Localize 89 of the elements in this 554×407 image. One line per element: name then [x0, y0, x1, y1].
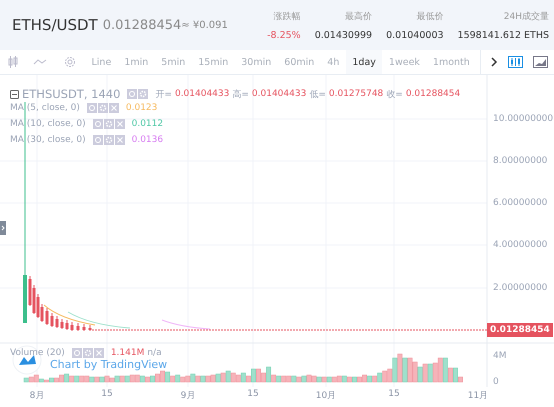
settings-icon[interactable]: [104, 135, 114, 145]
ohlc-label: 开=: [155, 88, 172, 100]
settings-icon[interactable]: [64, 56, 76, 68]
chevron-right-icon[interactable]: [491, 57, 498, 67]
price-axis-label: 6.00000000: [493, 198, 548, 208]
study-value: 0.0136: [132, 135, 164, 145]
settings-icon[interactable]: [98, 103, 108, 113]
settings-icon[interactable]: [82, 348, 93, 358]
price-axis-label: 8.00000000: [493, 156, 548, 166]
fiat-price: ≈ ¥0.091: [181, 20, 228, 30]
moving-average-line: [44, 304, 96, 326]
time-axis-label: 10月: [316, 390, 336, 402]
symbol-title: ETHSUSDT, 1440: [22, 87, 120, 101]
close-icon[interactable]: [114, 135, 125, 145]
study-name: Volume (20): [10, 348, 65, 358]
side-panel-handle[interactable]: [0, 221, 6, 235]
study-value: 0.0112: [132, 119, 164, 129]
interval-tab[interactable]: 4h: [320, 50, 346, 74]
moving-average-line: [68, 312, 130, 328]
ohlc-value: 0.01404433: [252, 89, 306, 99]
attribution-link[interactable]: Chart by TradingView: [50, 358, 168, 371]
candle: [50, 312, 54, 328]
study-value: 0.0123: [126, 103, 158, 113]
interval-tab[interactable]: 1min: [118, 50, 155, 74]
ohlc-value: 0.01288454: [406, 89, 460, 99]
stat-label: 涨跌幅: [274, 10, 301, 22]
area-style-button[interactable]: [533, 56, 548, 68]
ohlc-label: 高=: [232, 88, 249, 100]
eye-icon[interactable]: [72, 348, 82, 358]
stat-label: 最高价: [345, 10, 372, 22]
time-axis-label: 9月: [180, 390, 196, 402]
line-chart-icon[interactable]: [33, 58, 47, 66]
volume-axis-label: 4M: [493, 351, 506, 361]
volume-value: 1.141M: [110, 348, 144, 358]
price-axis-label: 4.00000000: [493, 240, 548, 250]
stat-value: 0.01430999: [314, 30, 372, 40]
eye-icon[interactable]: [92, 119, 103, 129]
collapse-icon[interactable]: [10, 90, 19, 98]
eye-icon[interactable]: [86, 103, 97, 113]
study-name: MA (10, close, 0): [10, 119, 86, 129]
candle: [46, 308, 48, 326]
time-axis-label: 11月: [468, 390, 488, 402]
interval-tab[interactable]: 1day: [346, 50, 382, 74]
stat-label: 24H成交量: [504, 10, 549, 22]
settings-icon[interactable]: [138, 89, 148, 99]
candle: [66, 320, 68, 330]
stat-label: 最低价: [416, 10, 444, 22]
volume-extra: n/a: [147, 348, 162, 358]
ohlc-label: 收=: [386, 88, 403, 100]
interval-tab[interactable]: 5min: [154, 50, 192, 74]
interval-tab[interactable]: 30min: [234, 50, 278, 74]
candle: [88, 324, 92, 332]
time-axis-label: 8月: [30, 390, 44, 402]
interval-tab[interactable]: 60min: [278, 50, 321, 74]
study-name: MA (5, close, 0): [10, 103, 80, 113]
time-axis-label: 15: [101, 389, 113, 399]
time-axis-label: 15: [388, 389, 400, 399]
pair-name: ETHS/USDT: [12, 16, 98, 34]
stat-value: 1598141.612 ETHS: [458, 30, 549, 40]
stat-value: 0.01040003: [386, 30, 444, 40]
eye-icon[interactable]: [127, 89, 138, 99]
interval-tab[interactable]: 15min: [192, 50, 235, 74]
ohlc-value: 0.01275748: [328, 89, 384, 99]
moving-average-line: [162, 320, 210, 330]
time-axis-label: 15: [247, 389, 259, 399]
close-icon[interactable]: [114, 119, 125, 129]
settings-icon[interactable]: [104, 119, 114, 129]
close-icon[interactable]: [108, 103, 119, 113]
price-axis-label: 10.00000000: [493, 114, 554, 124]
candle: [82, 324, 86, 332]
candles-style-button[interactable]: [508, 56, 523, 68]
stat-value: -8.25%: [267, 30, 301, 40]
volume-axis-label: 0: [493, 377, 499, 387]
candle-icon[interactable]: [8, 55, 18, 69]
interval-tab[interactable]: 1month: [426, 50, 476, 74]
interval-tab[interactable]: Line: [85, 50, 118, 74]
candle: [60, 318, 64, 330]
ohlc-label: 低=: [309, 88, 326, 100]
interval-tab[interactable]: 1week: [382, 50, 426, 74]
ohlc-value: 0.01404433: [174, 89, 230, 99]
eye-icon[interactable]: [92, 135, 103, 145]
price-axis-label: 2.00000000: [493, 283, 548, 293]
study-name: MA (30, close, 0): [10, 135, 86, 145]
last-price-tag: 0.01288454: [487, 323, 553, 337]
last-price: 0.01288454: [102, 18, 182, 32]
close-icon[interactable]: [94, 348, 104, 358]
candle: [76, 322, 80, 332]
candle: [56, 316, 58, 328]
candle: [70, 322, 74, 332]
